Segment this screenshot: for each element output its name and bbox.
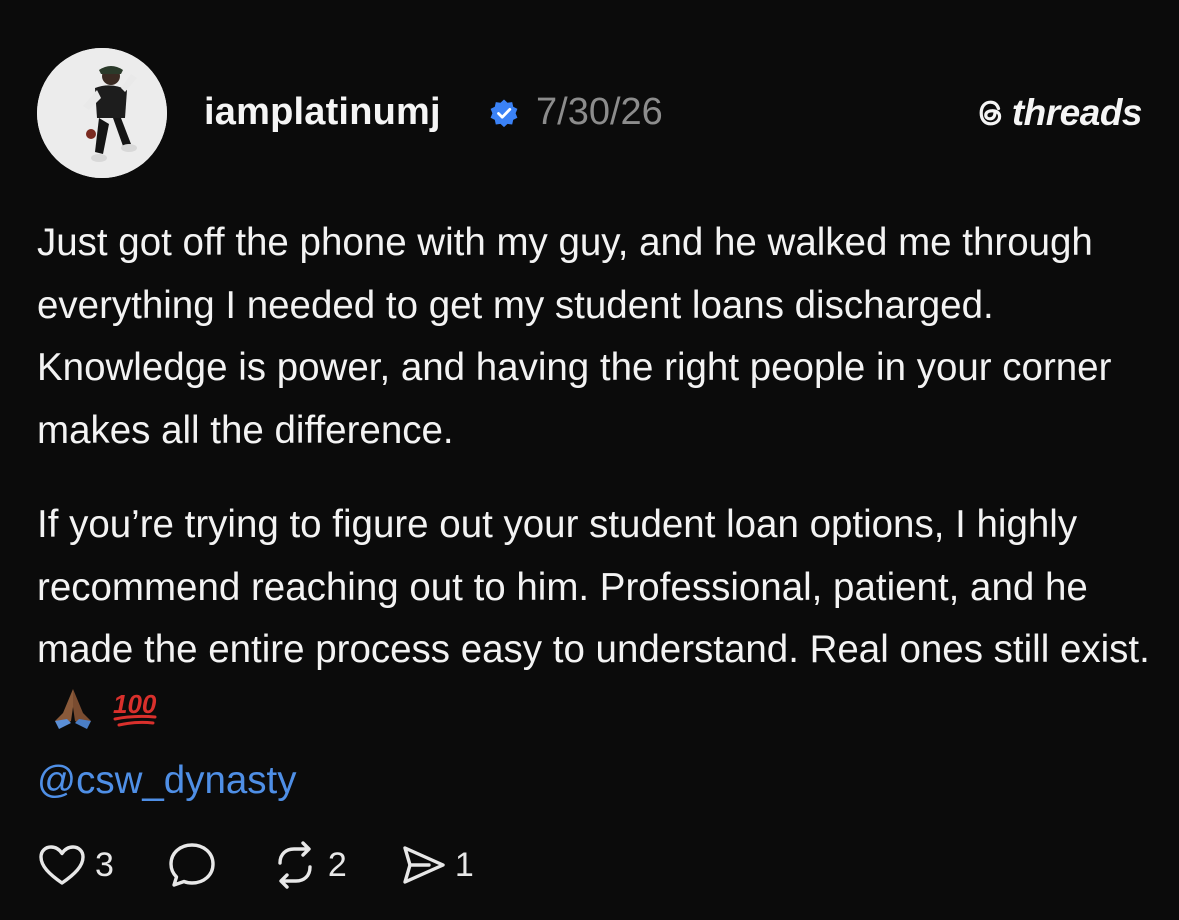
- like-count: 3: [95, 845, 114, 884]
- repost-count: 2: [327, 845, 347, 884]
- post-paragraph-1: Just got off the phone with my guy, and …: [37, 221, 1112, 452]
- threads-wordmark: threads: [1011, 92, 1143, 133]
- username[interactable]: iamplatinumj: [204, 86, 441, 138]
- avatar[interactable]: [37, 48, 167, 178]
- comment-button[interactable]: [166, 840, 218, 890]
- send-icon: [403, 846, 445, 884]
- post-actions: 3 2 1: [37, 840, 526, 890]
- share-count: 1: [454, 845, 474, 884]
- post-paragraph-2: If you’re trying to figure out your stud…: [37, 494, 1157, 750]
- post-paragraph-2-text: If you’re trying to figure out your stud…: [37, 503, 1150, 671]
- threads-logo-icon: [979, 100, 1002, 126]
- repost-button[interactable]: 2: [270, 841, 347, 889]
- hundred-points-emoji-icon: 100: [109, 687, 161, 751]
- verified-badge-icon: [490, 99, 518, 128]
- folded-hands-emoji-icon: [45, 687, 101, 751]
- mention-link[interactable]: @csw_dynasty: [37, 750, 1157, 813]
- post-body: Just got off the phone with my guy, and …: [37, 212, 1157, 813]
- share-button[interactable]: 1: [399, 842, 474, 888]
- post-date: 7/30/26: [536, 91, 663, 133]
- like-button[interactable]: 3: [37, 842, 114, 888]
- comment-icon: [169, 843, 215, 887]
- svg-text:100: 100: [113, 689, 157, 719]
- repost-icon: [278, 841, 312, 889]
- heart-icon: [39, 845, 85, 885]
- threads-brand: threads: [974, 90, 1143, 136]
